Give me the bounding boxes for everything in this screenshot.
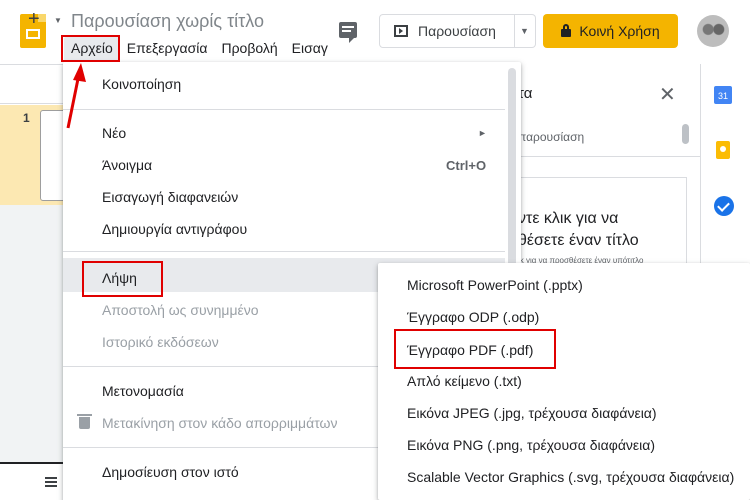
annotation-arrow xyxy=(66,63,86,129)
